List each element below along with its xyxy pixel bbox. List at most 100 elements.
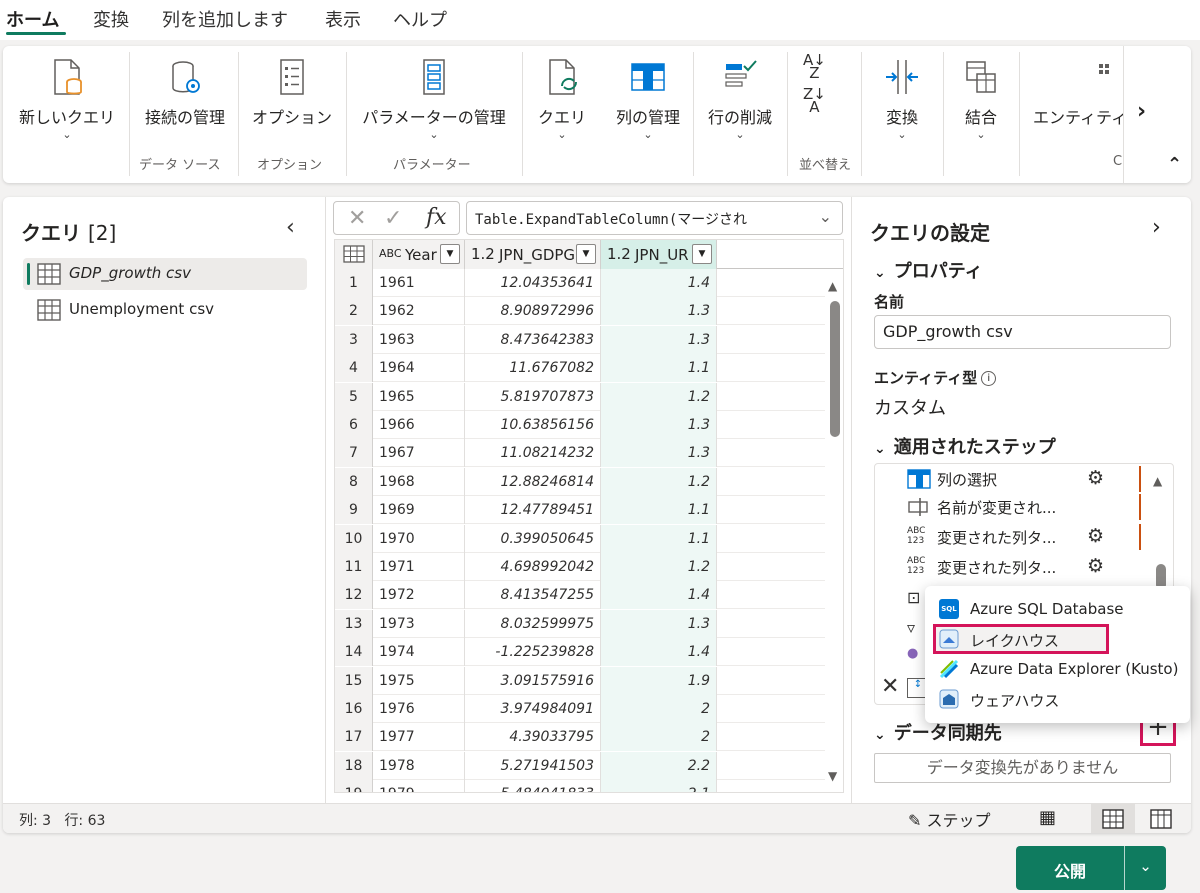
cell-jpn-ur[interactable]: 1.3 bbox=[601, 297, 717, 326]
step-item[interactable]: ABC 123 変更された列タ... ⚙ bbox=[875, 522, 1141, 552]
cancel-icon[interactable]: ✕ bbox=[348, 206, 366, 231]
table-row[interactable]: 17 1977 4.39033795 2 bbox=[335, 723, 825, 752]
scroll-thumb[interactable] bbox=[830, 301, 840, 437]
cell-jpn-ur[interactable]: 2.1 bbox=[601, 780, 717, 792]
properties-section-header[interactable]: ⌄ プロパティ bbox=[874, 257, 983, 283]
table-row[interactable]: 16 1976 3.974984091 2 bbox=[335, 695, 825, 723]
transform-button[interactable]: 変換 ⌄ bbox=[863, 46, 941, 146]
table-view-icon[interactable] bbox=[1101, 808, 1125, 830]
cell-year[interactable]: 1965 bbox=[373, 382, 465, 411]
table-row[interactable]: 13 1973 8.032599975 1.3 bbox=[335, 609, 825, 638]
ribbon-scroll-right-button[interactable]: › bbox=[1123, 46, 1159, 183]
cell-year[interactable]: 1967 bbox=[373, 439, 465, 468]
table-row[interactable]: 12 1972 8.413547255 1.4 bbox=[335, 581, 825, 610]
cell-jpn-ur[interactable]: 1.4 bbox=[601, 269, 717, 297]
gear-icon[interactable]: ⚙ bbox=[1087, 467, 1104, 489]
tab-home[interactable]: ホーム bbox=[6, 6, 59, 32]
cell-jpn-ur[interactable]: 1.3 bbox=[601, 411, 717, 439]
menu-item-azure-data-explorer[interactable]: Azure Data Explorer (Kusto) bbox=[933, 654, 1185, 684]
cell-jpn-ur[interactable]: 1.1 bbox=[601, 354, 717, 383]
cell-jpn-ur[interactable]: 1.1 bbox=[601, 496, 717, 525]
cell-year[interactable]: 1966 bbox=[373, 411, 465, 439]
cell-jpn-ur[interactable]: 1.2 bbox=[601, 467, 717, 496]
menu-item-lakehouse[interactable]: レイクハウス bbox=[933, 624, 1109, 654]
cell-jpn-gdpg[interactable]: 0.399050645 bbox=[465, 524, 601, 553]
table-row[interactable]: 15 1975 3.091575916 1.9 bbox=[335, 666, 825, 695]
table-row[interactable]: 18 1978 5.271941503 2.2 bbox=[335, 751, 825, 780]
cell-jpn-gdpg[interactable]: 5.819707873 bbox=[465, 382, 601, 411]
combine-button[interactable]: 結合 ⌄ bbox=[945, 46, 1017, 146]
cell-jpn-ur[interactable]: 1.3 bbox=[601, 439, 717, 468]
gear-icon[interactable]: ⚙ bbox=[1087, 525, 1104, 547]
cell-jpn-ur[interactable]: 1.2 bbox=[601, 553, 717, 581]
cell-year[interactable]: 1975 bbox=[373, 666, 465, 695]
table-row[interactable]: 11 1971 4.698992042 1.2 bbox=[335, 553, 825, 581]
cell-year[interactable]: 1976 bbox=[373, 695, 465, 723]
table-row[interactable]: 7 1967 11.08214232 1.3 bbox=[335, 439, 825, 468]
cell-year[interactable]: 1963 bbox=[373, 325, 465, 354]
column-filter-button[interactable]: ▼ bbox=[692, 244, 712, 264]
cell-jpn-ur[interactable]: 2 bbox=[601, 695, 717, 723]
cell-jpn-gdpg[interactable]: 5.484041833 bbox=[465, 780, 601, 792]
delete-step-icon[interactable]: ✕ bbox=[881, 674, 899, 699]
cell-jpn-ur[interactable]: 1.4 bbox=[601, 638, 717, 667]
query-item-gdp-growth[interactable]: GDP_growth csv bbox=[23, 258, 307, 290]
cell-jpn-gdpg[interactable]: 12.88246814 bbox=[465, 467, 601, 496]
menu-item-warehouse[interactable]: ウェアハウス bbox=[933, 684, 1185, 714]
cell-year[interactable]: 1979 bbox=[373, 780, 465, 792]
cell-jpn-ur[interactable]: 2.2 bbox=[601, 751, 717, 780]
formula-input[interactable]: Table.ExpandTableColumn(マージされ ⌄ bbox=[466, 201, 843, 235]
cell-year[interactable]: 1971 bbox=[373, 553, 465, 581]
chevron-down-icon[interactable]: ⌄ bbox=[819, 207, 832, 226]
cell-jpn-gdpg[interactable]: 8.413547255 bbox=[465, 581, 601, 610]
cell-year[interactable]: 1968 bbox=[373, 467, 465, 496]
applied-steps-section-header[interactable]: ⌄ 適用されたステップ bbox=[874, 433, 1056, 459]
cell-jpn-gdpg[interactable]: 11.6767082 bbox=[465, 354, 601, 383]
reduce-rows-button[interactable]: 行の削減 ⌄ bbox=[695, 46, 785, 146]
cell-jpn-ur[interactable]: 1.1 bbox=[601, 524, 717, 553]
column-header-jpn-gdpg[interactable]: 1.2 JPN_GDPG ▼ bbox=[465, 240, 601, 269]
cell-jpn-gdpg[interactable]: 8.032599975 bbox=[465, 609, 601, 638]
cell-year[interactable]: 1961 bbox=[373, 269, 465, 297]
chevron-down-icon[interactable]: ⌄ bbox=[1125, 857, 1166, 875]
table-row[interactable]: 3 1963 8.473642383 1.3 bbox=[335, 325, 825, 354]
cell-jpn-gdpg[interactable]: 12.04353641 bbox=[465, 269, 601, 297]
table-row[interactable]: 4 1964 11.6767082 1.1 bbox=[335, 354, 825, 383]
cell-jpn-gdpg[interactable]: 4.39033795 bbox=[465, 723, 601, 752]
cell-jpn-gdpg[interactable]: 4.698992042 bbox=[465, 553, 601, 581]
cell-year[interactable]: 1978 bbox=[373, 751, 465, 780]
manage-connections-button[interactable]: 接続の管理 bbox=[131, 46, 239, 146]
sort-ascending-icon[interactable]: A↓ Z bbox=[803, 53, 826, 81]
cell-jpn-ur[interactable]: 1.3 bbox=[601, 609, 717, 638]
query-name-input[interactable]: GDP_growth csv bbox=[874, 315, 1171, 349]
cell-year[interactable]: 1974 bbox=[373, 638, 465, 667]
query-button[interactable]: クエリ ⌄ bbox=[524, 46, 600, 146]
new-query-button[interactable]: 新しいクエリ ⌄ bbox=[7, 46, 127, 146]
scroll-up-icon[interactable]: ▲ bbox=[1153, 474, 1162, 488]
cell-jpn-ur[interactable]: 1.2 bbox=[601, 382, 717, 411]
select-all-table-icon[interactable] bbox=[335, 240, 373, 269]
cell-jpn-ur[interactable]: 1.9 bbox=[601, 666, 717, 695]
cell-jpn-gdpg[interactable]: 3.974984091 bbox=[465, 695, 601, 723]
scroll-up-icon[interactable]: ▲ bbox=[828, 279, 837, 293]
cell-year[interactable]: 1977 bbox=[373, 723, 465, 752]
grid-scrollbar[interactable]: ▲ ▼ bbox=[825, 269, 843, 792]
cell-jpn-gdpg[interactable]: 3.091575916 bbox=[465, 666, 601, 695]
collapse-queries-icon[interactable]: ‹ bbox=[286, 215, 295, 240]
entity-button[interactable]: エンティティ bbox=[1029, 46, 1129, 146]
confirm-icon[interactable]: ✓ bbox=[384, 206, 402, 231]
table-row[interactable]: 5 1965 5.819707873 1.2 bbox=[335, 382, 825, 411]
manage-parameters-button[interactable]: パラメーターの管理 ⌄ bbox=[348, 46, 520, 146]
tab-transform[interactable]: 変換 bbox=[93, 6, 129, 32]
menu-item-azure-sql[interactable]: SQL Azure SQL Database bbox=[933, 594, 1185, 624]
options-button[interactable]: オプション bbox=[240, 46, 344, 146]
cell-year[interactable]: 1962 bbox=[373, 297, 465, 326]
table-row[interactable]: 1 1961 12.04353641 1.4 bbox=[335, 269, 825, 297]
cell-jpn-gdpg[interactable]: 12.47789451 bbox=[465, 496, 601, 525]
table-row[interactable]: 8 1968 12.88246814 1.2 bbox=[335, 467, 825, 496]
sort-descending-icon[interactable]: Z↓ A bbox=[803, 87, 826, 115]
fx-icon[interactable]: fx bbox=[426, 205, 447, 230]
table-row[interactable]: 9 1969 12.47789451 1.1 bbox=[335, 496, 825, 525]
cell-jpn-gdpg[interactable]: -1.225239828 bbox=[465, 638, 601, 667]
manage-columns-button[interactable]: 列の管理 ⌄ bbox=[606, 46, 690, 146]
